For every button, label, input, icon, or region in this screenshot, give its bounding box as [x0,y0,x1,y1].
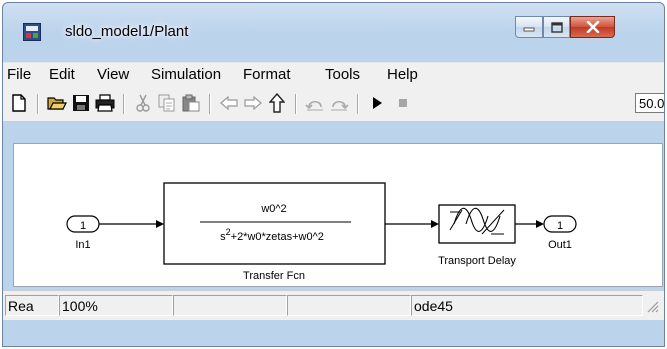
start-simulation-icon [373,97,382,109]
model-window: sldo_model1/Plant File Edit View Simulat… [2,2,665,347]
window-title: sldo_model1/Plant [65,23,189,40]
outport-label: Out1 [548,239,572,251]
outport-number: 1 [557,220,563,232]
stop-simulation-button[interactable] [391,91,415,115]
signal-line-1[interactable] [99,220,164,228]
close-button[interactable] [570,16,615,38]
menu-edit[interactable]: Edit [49,66,75,83]
status-zoom: 100% [59,295,173,316]
status-field-3 [173,295,287,316]
up-icon [269,93,285,113]
undo-button[interactable] [303,91,327,115]
redo-button[interactable] [327,91,351,115]
menu-bar: File Edit View Simulation Format Tools H… [3,62,664,85]
status-bar: Rea 100% ode45 [3,290,664,320]
status-ready: Rea [5,295,59,316]
toolbar: 50.0 [3,85,664,121]
menu-simulation[interactable]: Simulation [151,66,221,83]
status-field-4 [287,295,411,316]
transport-delay-label: Transport Delay [438,255,516,267]
minimize-button[interactable] [515,16,543,38]
menu-format[interactable]: Format [243,66,291,83]
new-icon [12,94,26,112]
signal-line-3[interactable] [515,220,544,228]
outport-out1[interactable]: 1 Out1 [543,215,577,251]
inport-label: In1 [75,239,90,251]
block-diagram: 1 In1 w0^2 s2+2*w0*zetas+w0^2 Transfer F… [66,182,577,282]
open-icon [47,97,67,110]
transfer-fcn-numerator: w0^2 [260,203,286,215]
inport-in1[interactable]: 1 In1 [66,215,100,251]
paste-icon [182,94,200,112]
resize-grip-icon[interactable] [645,299,659,313]
forward-button[interactable] [241,91,265,115]
simulink-model-icon[interactable] [23,23,41,41]
menu-help[interactable]: Help [387,66,418,83]
cut-icon [136,94,150,112]
minimize-icon [523,27,535,32]
redo-icon [331,100,349,111]
stop-simulation-icon [399,99,407,107]
signal-line-2[interactable] [385,220,439,228]
stop-time-input[interactable]: 50.0 [635,93,664,113]
open-button[interactable] [45,91,69,115]
maximize-icon [550,21,563,33]
up-button[interactable] [265,91,289,115]
maximize-button[interactable] [543,16,570,38]
inport-number: 1 [80,220,86,232]
back-icon [220,95,238,111]
status-solver: ode45 [411,295,643,316]
paste-button[interactable] [179,91,203,115]
menu-view[interactable]: View [97,66,129,83]
undo-icon [305,100,323,111]
close-icon [586,21,599,33]
menu-tools[interactable]: Tools [325,66,360,83]
title-bar[interactable]: sldo_model1/Plant [3,3,664,49]
print-button[interactable] [93,91,117,115]
transfer-fcn-label: Transfer Fcn [243,270,305,282]
copy-button[interactable] [155,91,179,115]
model-canvas[interactable]: 1 In1 w0^2 s2+2*w0*zetas+w0^2 Transfer F… [13,143,663,287]
print-icon [95,94,115,112]
copy-icon [158,94,175,112]
save-button[interactable] [69,91,93,115]
save-icon [73,95,89,111]
start-simulation-button[interactable] [365,91,389,115]
transport-delay-block[interactable]: Transport Delay [438,204,516,267]
forward-icon [244,95,262,111]
new-button[interactable] [7,91,31,115]
back-button[interactable] [217,91,241,115]
menu-file[interactable]: File [7,66,31,83]
transfer-fcn-block[interactable]: w0^2 s2+2*w0*zetas+w0^2 Transfer Fcn [163,182,386,282]
cut-button[interactable] [131,91,155,115]
